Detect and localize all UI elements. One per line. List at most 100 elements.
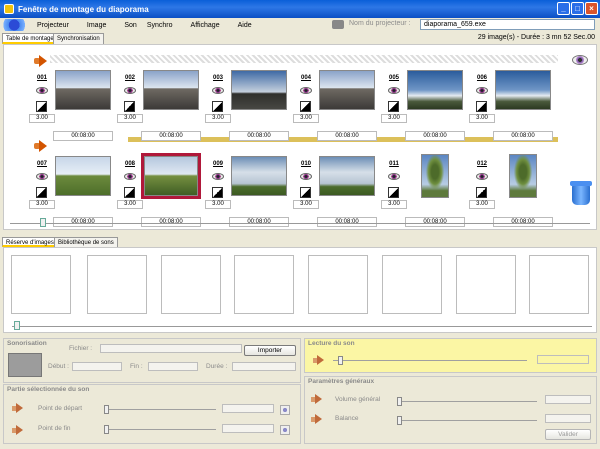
scroll-thumb[interactable]: [40, 218, 46, 227]
slide-thumbnail[interactable]: [421, 154, 449, 198]
sound-track-icon-2[interactable]: [34, 140, 48, 152]
slide-number[interactable]: 004: [293, 75, 319, 81]
image-slot[interactable]: [529, 255, 589, 314]
view-eye-icon[interactable]: [388, 87, 400, 94]
slide-duration[interactable]: 00:08:00: [493, 131, 553, 141]
scroll-thumb[interactable]: [14, 321, 20, 330]
transition-duration[interactable]: 3.00: [117, 200, 143, 209]
trash-icon[interactable]: [570, 179, 592, 205]
view-eye-icon[interactable]: [124, 173, 136, 180]
image-slot[interactable]: [87, 255, 147, 314]
slide-slot[interactable]: 00:08:00: [229, 67, 289, 147]
slide-thumbnail-box[interactable]: [141, 153, 201, 199]
start-point-field[interactable]: [222, 404, 274, 413]
volume-slider[interactable]: [397, 397, 537, 406]
transition-duration[interactable]: 3.00: [293, 114, 319, 123]
transition-icon[interactable]: [300, 187, 311, 198]
slide-duration[interactable]: 00:08:00: [53, 217, 113, 227]
transition-duration[interactable]: 3.00: [29, 114, 55, 123]
end-point-slider[interactable]: [104, 425, 216, 434]
sound-track-strip[interactable]: [50, 55, 558, 63]
slide-thumbnail[interactable]: [407, 70, 463, 110]
balance-slider[interactable]: [397, 416, 537, 425]
slide-duration[interactable]: 00:08:00: [405, 131, 465, 141]
slide-number[interactable]: 003: [205, 75, 231, 81]
slide-slot[interactable]: 00:08:00: [317, 153, 377, 233]
slide-slot[interactable]: 00:08:00: [317, 67, 377, 147]
menu-affichage[interactable]: Affichage: [191, 22, 220, 29]
validate-button[interactable]: Valider: [545, 429, 591, 440]
menu-synchro[interactable]: Synchro: [147, 22, 173, 29]
balance-field[interactable]: [545, 414, 591, 423]
slider-knob[interactable]: [338, 356, 343, 365]
transition-icon[interactable]: [212, 101, 223, 112]
tab-synchronisation[interactable]: Synchronisation: [53, 33, 104, 44]
transition-icon[interactable]: [124, 101, 135, 112]
slide-thumbnail[interactable]: [144, 156, 198, 196]
close-button[interactable]: ×: [585, 2, 598, 15]
transition-duration[interactable]: 3.00: [469, 114, 495, 123]
image-slot[interactable]: [11, 255, 71, 314]
slide-duration[interactable]: 00:08:00: [493, 217, 553, 227]
slide-number[interactable]: 001: [29, 75, 55, 81]
slide-thumbnail-box[interactable]: [493, 67, 553, 113]
slide-thumbnail-box[interactable]: [229, 67, 289, 113]
slide-thumbnail-box[interactable]: [405, 67, 465, 113]
slide-duration[interactable]: 00:08:00: [229, 131, 289, 141]
slide-thumbnail[interactable]: [55, 156, 111, 196]
transition-icon[interactable]: [476, 101, 487, 112]
transition-duration[interactable]: 3.00: [205, 200, 231, 209]
view-eye-icon[interactable]: [300, 87, 312, 94]
playback-time-field[interactable]: [537, 355, 589, 364]
slide-number[interactable]: 005: [381, 75, 407, 81]
slider-knob[interactable]: [104, 405, 109, 414]
tab-table-de-montage[interactable]: Table de montage: [2, 33, 58, 44]
reserve-scrollbar[interactable]: [12, 321, 592, 330]
slide-number[interactable]: 011: [381, 161, 407, 167]
slide-thumbnail-box[interactable]: [405, 153, 465, 199]
view-eye-icon[interactable]: [124, 87, 136, 94]
slide-thumbnail-box[interactable]: [53, 153, 113, 199]
transition-icon[interactable]: [124, 187, 135, 198]
preview-eye-icon[interactable]: [572, 55, 588, 65]
transition-icon[interactable]: [212, 187, 223, 198]
slide-number[interactable]: 010: [293, 161, 319, 167]
image-slot[interactable]: [308, 255, 368, 314]
playback-slider[interactable]: [333, 356, 527, 365]
start-time-field[interactable]: [72, 362, 122, 371]
transition-icon[interactable]: [388, 187, 399, 198]
tab-reserve-images[interactable]: Réserve d'images: [2, 237, 58, 247]
view-eye-icon[interactable]: [476, 173, 488, 180]
import-button[interactable]: Importer: [244, 345, 296, 356]
set-end-button[interactable]: [280, 425, 290, 435]
view-eye-icon[interactable]: [36, 87, 48, 94]
slide-thumbnail-box[interactable]: [229, 153, 289, 199]
duration-field[interactable]: [232, 362, 296, 371]
slide-slot[interactable]: 00:08:00: [229, 153, 289, 233]
menu-projecteur[interactable]: Projecteur: [37, 22, 69, 29]
slide-thumbnail[interactable]: [231, 156, 287, 196]
slide-thumbnail[interactable]: [55, 70, 111, 110]
slide-slot[interactable]: 00:08:00: [493, 67, 553, 147]
slide-thumbnail[interactable]: [319, 70, 375, 110]
slide-duration[interactable]: 00:08:00: [405, 217, 465, 227]
slide-thumbnail[interactable]: [143, 70, 199, 110]
projector-name-field[interactable]: diaporama_659.exe: [420, 19, 595, 30]
image-slot[interactable]: [456, 255, 516, 314]
start-point-slider[interactable]: [104, 405, 216, 414]
transition-duration[interactable]: 3.00: [293, 200, 319, 209]
slide-thumbnail[interactable]: [319, 156, 375, 196]
menu-image[interactable]: Image: [87, 22, 106, 29]
menu-son[interactable]: Son: [124, 22, 136, 29]
slide-thumbnail-box[interactable]: [493, 153, 553, 199]
transition-duration[interactable]: 3.00: [381, 114, 407, 123]
transition-icon[interactable]: [388, 101, 399, 112]
slide-number[interactable]: 012: [469, 161, 495, 167]
transition-duration[interactable]: 3.00: [469, 200, 495, 209]
slide-number[interactable]: 002: [117, 75, 143, 81]
view-eye-icon[interactable]: [36, 173, 48, 180]
slide-number[interactable]: 007: [29, 161, 55, 167]
slide-number[interactable]: 006: [469, 75, 495, 81]
view-eye-icon[interactable]: [476, 87, 488, 94]
image-slot[interactable]: [382, 255, 442, 314]
